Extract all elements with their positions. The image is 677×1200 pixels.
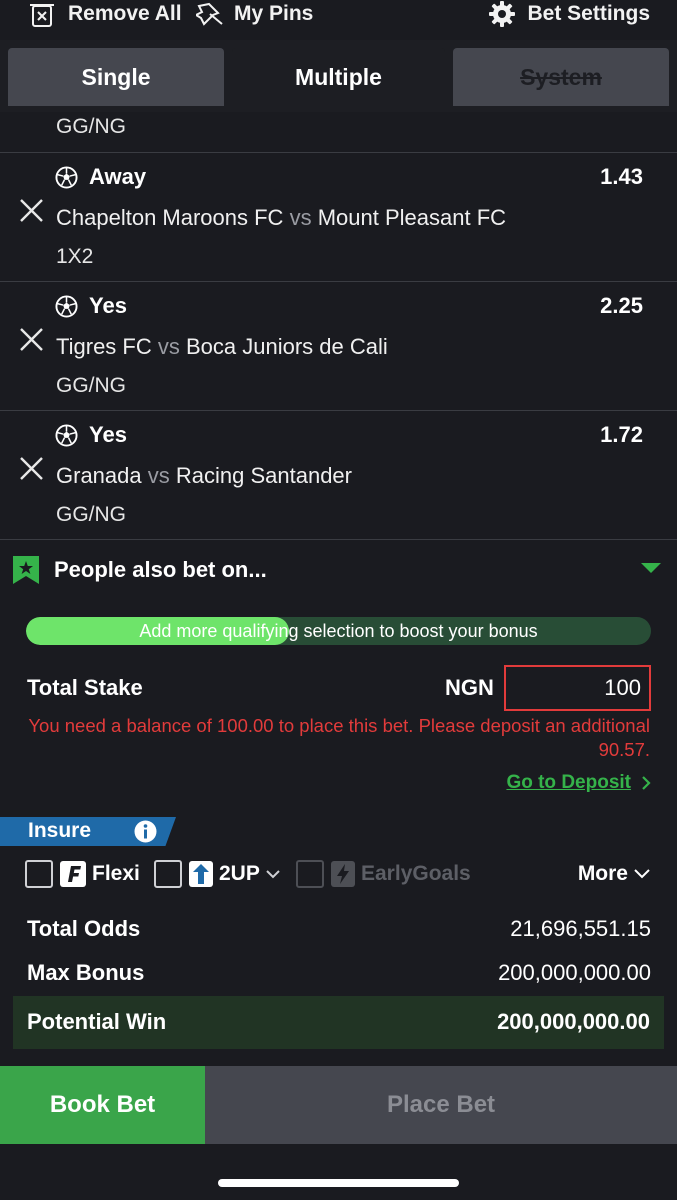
place-bet-button[interactable]: Place Bet bbox=[205, 1066, 677, 1144]
selection-odds: 1.43 bbox=[600, 164, 643, 189]
bet-settings-button[interactable]: Bet Settings bbox=[489, 0, 650, 28]
flexi-icon bbox=[60, 861, 86, 887]
tab-system[interactable]: System bbox=[453, 48, 669, 106]
trash-icon bbox=[30, 4, 54, 27]
total-odds-value: 21,696,551.15 bbox=[510, 916, 651, 941]
bet-type-tabs: Single Multiple System bbox=[0, 40, 677, 112]
more-label: More bbox=[577, 862, 628, 885]
selection-pick: Yes bbox=[89, 422, 127, 447]
caret-down-icon bbox=[641, 563, 661, 573]
chevron-down-icon bbox=[634, 869, 650, 879]
max-bonus-row: Max Bonus 200,000,000.00 bbox=[27, 957, 651, 989]
away-team: Mount Pleasant FC bbox=[317, 205, 507, 230]
chevron-right-icon bbox=[642, 776, 651, 790]
top-bar: Remove All My Pins Bet Settings bbox=[0, 0, 677, 34]
early-goals-label: EarlyGoals bbox=[361, 862, 471, 885]
chevron-down-icon bbox=[266, 869, 280, 878]
flexi-option[interactable]: Flexi bbox=[25, 856, 140, 892]
selection-list: GG/NG Away 1.43 Chapelton Maroons FC vs … bbox=[0, 112, 677, 540]
currency-label: NGN bbox=[445, 675, 494, 700]
bet-settings-label: Bet Settings bbox=[527, 2, 650, 25]
total-stake-label: Total Stake bbox=[27, 675, 143, 700]
early-goals-option[interactable]: EarlyGoals bbox=[296, 856, 471, 892]
people-also-bet-toggle[interactable]: People also bet on... bbox=[0, 541, 677, 599]
flexi-label: Flexi bbox=[92, 862, 140, 885]
selection-market: 1X2 bbox=[56, 245, 94, 268]
close-icon[interactable] bbox=[19, 327, 44, 352]
more-options-button[interactable]: More bbox=[578, 856, 650, 892]
home-indicator bbox=[218, 1179, 459, 1187]
lightning-icon bbox=[331, 861, 355, 887]
selection-odds: 2.25 bbox=[600, 293, 643, 318]
pin-icon bbox=[196, 2, 223, 26]
insure-banner: Insure bbox=[0, 817, 176, 846]
vs-label: vs bbox=[289, 205, 312, 230]
selection-market: GG/NG bbox=[56, 503, 127, 526]
go-to-deposit-label: Go to Deposit bbox=[506, 772, 631, 793]
home-team: Tigres FC bbox=[56, 334, 152, 359]
potential-win-label: Potential Win bbox=[27, 1009, 167, 1034]
selection-odds: 1.72 bbox=[600, 422, 643, 447]
people-also-bet-label: People also bet on... bbox=[54, 557, 267, 582]
potential-win-row: Potential Win 200,000,000.00 bbox=[13, 996, 664, 1049]
close-icon[interactable] bbox=[19, 198, 44, 223]
selection-item: Away 1.43 Chapelton Maroons FC vs Mount … bbox=[0, 153, 677, 282]
selection-match: Tigres FC vs Boca Juniors de Cali bbox=[56, 334, 388, 360]
bonus-progress-bar: Add more qualifying selection to boost y… bbox=[26, 617, 651, 645]
early-goals-checkbox[interactable] bbox=[296, 860, 324, 888]
vs-label: vs bbox=[157, 334, 180, 359]
book-bet-button[interactable]: Book Bet bbox=[0, 1066, 205, 1144]
selection-market: GG/NG bbox=[56, 374, 127, 397]
selection-match: Granada vs Racing Santander bbox=[56, 463, 352, 489]
close-icon[interactable] bbox=[19, 456, 44, 481]
bonus-progress-message: Add more qualifying selection to boost y… bbox=[139, 621, 538, 641]
total-odds-label: Total Odds bbox=[27, 916, 141, 941]
max-bonus-value: 200,000,000.00 bbox=[498, 960, 651, 985]
stake-input[interactable] bbox=[504, 665, 651, 711]
tab-single[interactable]: Single bbox=[8, 48, 224, 106]
soccer-ball-icon bbox=[55, 166, 78, 189]
soccer-ball-icon bbox=[55, 295, 78, 318]
bookmark-star-icon bbox=[13, 556, 39, 584]
potential-win-value: 200,000,000.00 bbox=[497, 1009, 650, 1034]
partial-selection-market: GG/NG bbox=[0, 112, 677, 153]
selection-item: Yes 1.72 Granada vs Racing Santander GG/… bbox=[0, 411, 677, 540]
twoup-label: 2UP bbox=[219, 862, 260, 885]
flexi-checkbox[interactable] bbox=[25, 860, 53, 888]
total-odds-row: Total Odds 21,696,551.15 bbox=[27, 913, 651, 945]
go-to-deposit-link[interactable]: Go to Deposit bbox=[506, 772, 651, 794]
selection-pick: Away bbox=[89, 164, 147, 189]
home-team: Chapelton Maroons FC bbox=[56, 205, 284, 230]
twoup-option[interactable]: 2UP bbox=[154, 856, 280, 892]
remove-all-button[interactable]: Remove All bbox=[30, 0, 182, 28]
away-team: Boca Juniors de Cali bbox=[186, 334, 388, 359]
insure-options: Flexi 2UP EarlyGoals More bbox=[0, 856, 677, 896]
gear-icon bbox=[489, 1, 516, 27]
home-team: Granada bbox=[56, 463, 142, 488]
my-pins-label: My Pins bbox=[234, 2, 314, 25]
remove-all-label: Remove All bbox=[68, 2, 182, 25]
selection-pick: Yes bbox=[89, 293, 127, 318]
arrow-up-icon bbox=[189, 861, 213, 887]
tab-multiple[interactable]: Multiple bbox=[232, 48, 445, 106]
vs-label: vs bbox=[147, 463, 170, 488]
selection-match: Chapelton Maroons FC vs Mount Pleasant F… bbox=[56, 205, 506, 231]
my-pins-button[interactable]: My Pins bbox=[196, 0, 313, 28]
info-icon[interactable] bbox=[134, 820, 157, 843]
twoup-checkbox[interactable] bbox=[154, 860, 182, 888]
selection-item: Yes 2.25 Tigres FC vs Boca Juniors de Ca… bbox=[0, 282, 677, 411]
max-bonus-label: Max Bonus bbox=[27, 960, 145, 985]
insure-label: Insure bbox=[28, 819, 92, 842]
balance-warning: You need a balance of 100.00 to place th… bbox=[28, 715, 650, 760]
away-team: Racing Santander bbox=[175, 463, 352, 488]
soccer-ball-icon bbox=[55, 424, 78, 447]
